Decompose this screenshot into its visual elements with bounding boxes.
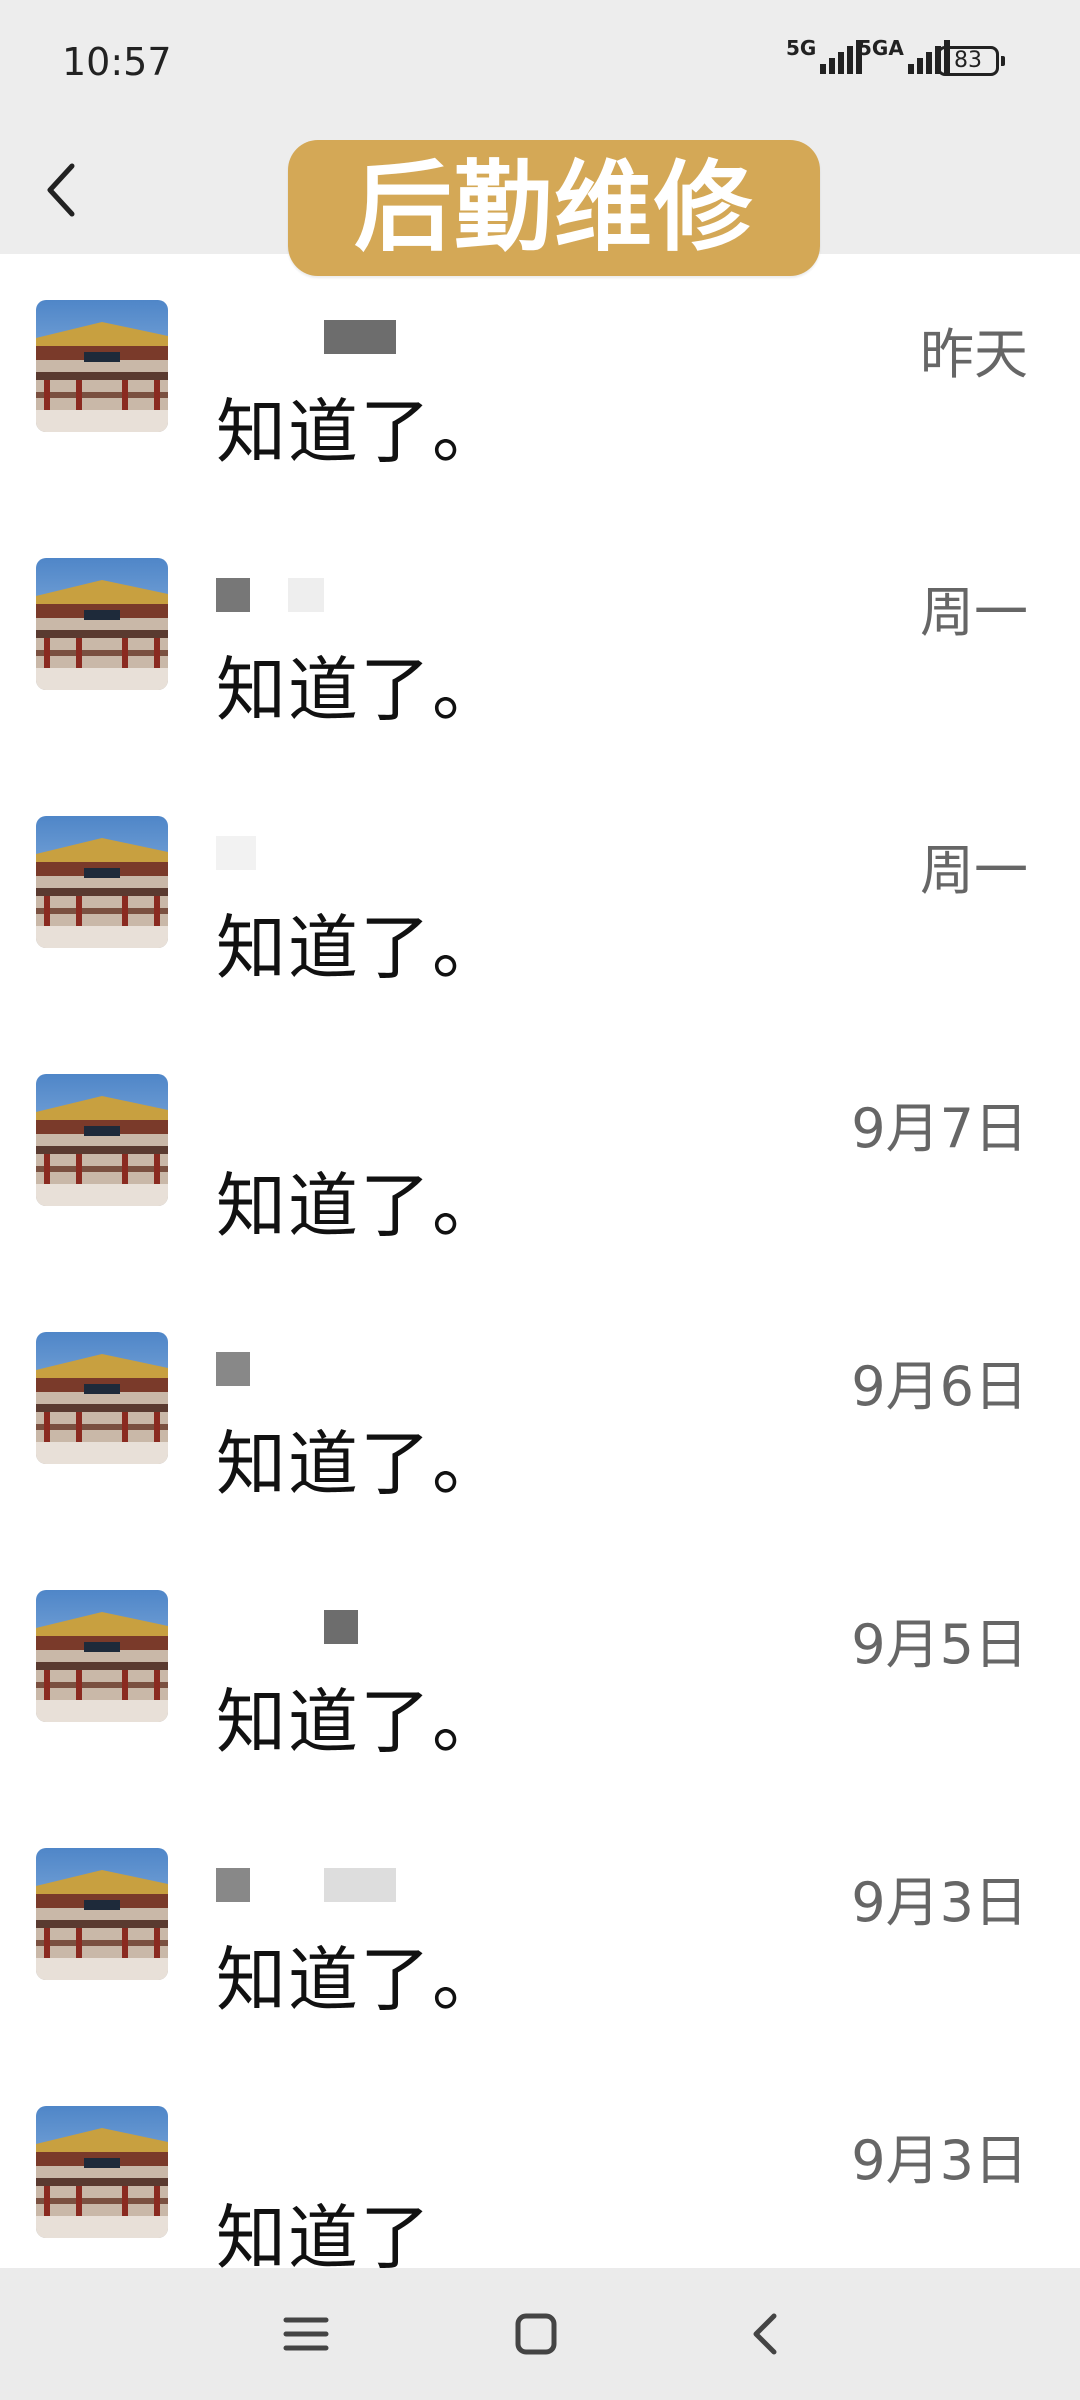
system-nav-bar (0, 2268, 1080, 2400)
conversation-row[interactable]: 知道了。 9月6日 (0, 1286, 1080, 1544)
status-time: 10:57 (62, 40, 172, 84)
message-date: 9月3日 (851, 2129, 1028, 2192)
conversation-row[interactable]: 知道了。 9月7日 (0, 1028, 1080, 1286)
back-button[interactable] (40, 158, 84, 222)
battery-icon: 83 (937, 46, 1005, 76)
conversation-row[interactable]: 知道了。 周一 (0, 770, 1080, 1028)
redacted-name (216, 1868, 250, 1902)
avatar (36, 2106, 168, 2238)
conversation-list[interactable]: 知道了。 昨天 知道了。 周一 知道了。 周一 知道了。 9月7日 知道了。 9月6日 (0, 254, 1080, 2318)
avatar (36, 1848, 168, 1980)
last-message: 知道了。 (216, 907, 504, 989)
home-button[interactable] (506, 2304, 566, 2364)
avatar-image (36, 1590, 168, 1722)
avatar (36, 816, 168, 948)
menu-button[interactable] (276, 2304, 336, 2364)
redacted-name (324, 320, 396, 354)
back-chevron-icon (753, 2313, 777, 2355)
redacted-name (216, 836, 256, 870)
avatar (36, 558, 168, 690)
avatar (36, 300, 168, 432)
status-bar: 10:57 5G 5GA 83 (0, 0, 1080, 130)
avatar-image (36, 1074, 168, 1206)
avatar-image (36, 300, 168, 432)
signal-5g-icon: 5G (786, 36, 863, 74)
back-nav-button[interactable] (736, 2304, 796, 2364)
last-message: 知道了。 (216, 1681, 504, 1763)
conversation-row[interactable]: 知道了。 9月5日 (0, 1544, 1080, 1802)
home-square-icon (515, 2313, 557, 2355)
redacted-name (216, 1352, 250, 1386)
avatar-image (36, 1848, 168, 1980)
message-date: 周一 (920, 581, 1028, 644)
conversation-row[interactable]: 知道了。 9月3日 (0, 1802, 1080, 2060)
redacted-name (324, 1868, 396, 1902)
avatar (36, 1074, 168, 1206)
message-date: 9月6日 (851, 1355, 1028, 1418)
last-message: 知道了。 (216, 1423, 504, 1505)
avatar-image (36, 2106, 168, 2238)
last-message: 知道了。 (216, 1165, 504, 1247)
redacted-name (288, 578, 324, 612)
conversation-row[interactable]: 知道了。 周一 (0, 512, 1080, 770)
message-date: 9月7日 (851, 1097, 1028, 1160)
last-message: 知道了。 (216, 391, 504, 473)
message-date: 9月3日 (851, 1871, 1028, 1934)
avatar (36, 1590, 168, 1722)
redacted-name (216, 578, 250, 612)
last-message: 知道了。 (216, 649, 504, 731)
avatar-image (36, 558, 168, 690)
avatar (36, 1332, 168, 1464)
avatar-image (36, 816, 168, 948)
last-message: 知道了。 (216, 1939, 504, 2021)
menu-icon (283, 2317, 329, 2351)
redacted-name (324, 1610, 358, 1644)
message-date: 周一 (920, 839, 1028, 902)
conversation-row[interactable]: 知道了。 昨天 (0, 254, 1080, 512)
message-date: 9月5日 (851, 1613, 1028, 1676)
avatar-image (36, 1332, 168, 1464)
back-chevron-icon (47, 163, 75, 217)
chat-header: 后勤维修 (0, 130, 1080, 276)
message-date: 昨天 (920, 323, 1028, 386)
